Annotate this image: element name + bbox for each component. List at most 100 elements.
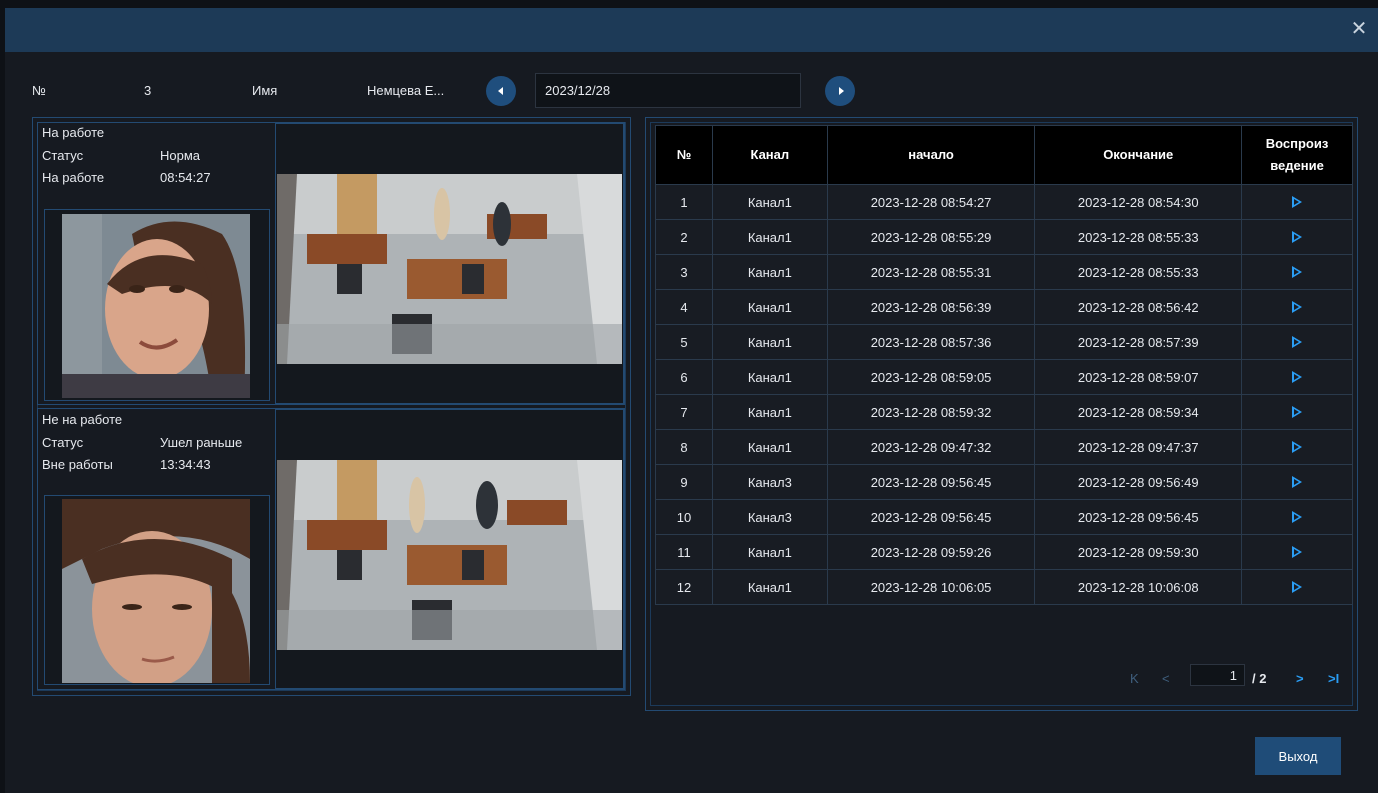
row-start-time: 2023-12-28 09:59:26 [826,534,1036,570]
column-header-channel: Канал [711,125,828,185]
play-icon[interactable] [1292,580,1303,593]
row-number: 4 [655,289,713,325]
row-channel: Канал3 [711,499,828,535]
row-number: 10 [655,499,713,535]
date-input[interactable] [535,73,801,108]
row-number: 8 [655,429,713,465]
row-start-time: 2023-12-28 08:59:05 [826,359,1036,395]
play-icon[interactable] [1292,265,1303,278]
row-playback-cell[interactable] [1241,429,1353,465]
status-label: Статус [42,148,84,163]
table-row[interactable]: 1 Канал1 2023-12-28 08:54:27 2023-12-28 08:… [655,184,1353,220]
table-row[interactable]: 11 Канал1 2023-12-28 09:59:26 2023-12-28 09… [655,534,1353,570]
row-start-time: 2023-12-28 09:56:45 [826,499,1036,535]
row-end-time: 2023-12-28 08:57:39 [1034,324,1243,360]
face-frame [44,495,270,685]
row-channel: Канал1 [711,289,828,325]
column-header-end: Окончание [1034,125,1243,185]
table-row[interactable]: 8 Канал1 2023-12-28 09:47:32 2023-12-28 09:… [655,429,1353,465]
row-playback-cell[interactable] [1241,394,1353,430]
column-header-start: начало [826,125,1036,185]
row-end-time: 2023-12-28 08:59:07 [1034,359,1243,395]
record-heading: На работе [42,125,105,140]
play-icon[interactable] [1292,510,1303,523]
play-icon[interactable] [1292,230,1303,243]
play-icon[interactable] [1292,370,1303,383]
play-icon[interactable] [1292,300,1303,313]
camera-frame [275,409,624,689]
row-end-time: 2023-12-28 08:59:34 [1034,394,1243,430]
row-channel: Канал1 [711,324,828,360]
row-number: 1 [655,184,713,220]
row-channel: Канал1 [711,429,828,465]
play-icon[interactable] [1292,335,1303,348]
play-icon[interactable] [1292,440,1303,453]
row-playback-cell[interactable] [1241,184,1353,220]
camera-snapshot[interactable] [277,174,622,364]
row-end-time: 2023-12-28 09:56:45 [1034,499,1243,535]
row-channel: Канал1 [711,569,828,605]
table-row[interactable]: 9 Канал3 2023-12-28 09:56:45 2023-12-28 09:… [655,464,1353,500]
playback-table: № Канал начало Окончание Воспроиз ведени… [655,125,1353,605]
row-playback-cell[interactable] [1241,499,1353,535]
table-row[interactable]: 4 Канал1 2023-12-28 08:56:39 2023-12-28 08:… [655,289,1353,325]
record-card-arrival: На работе Статус Норма На работе 08:54:2… [37,122,625,405]
row-channel: Канал1 [711,359,828,395]
camera-snapshot[interactable] [277,460,622,650]
prev-date-button[interactable] [486,76,516,106]
row-playback-cell[interactable] [1241,359,1353,395]
status-label: Статус [42,435,84,450]
next-date-button[interactable] [825,76,855,106]
table-row[interactable]: 2 Канал1 2023-12-28 08:55:29 2023-12-28 08:… [655,219,1353,255]
table-row[interactable]: 10 Канал3 2023-12-28 09:56:45 2023-12-28 09… [655,499,1353,535]
number-label: № [32,83,46,98]
row-channel: Канал1 [711,254,828,290]
table-row[interactable]: 7 Канал1 2023-12-28 08:59:32 2023-12-28 08:… [655,394,1353,430]
status-value: Норма [160,148,201,163]
row-start-time: 2023-12-28 08:55:31 [826,254,1036,290]
table-row[interactable]: 3 Канал1 2023-12-28 08:55:31 2023-12-28 08:… [655,254,1353,290]
row-playback-cell[interactable] [1241,464,1353,500]
close-icon[interactable]: ✕ [1348,18,1370,40]
info-row: № 3 Имя Немцева Е... [5,72,1378,108]
table-row[interactable]: 5 Канал1 2023-12-28 08:57:36 2023-12-28 08:… [655,324,1353,360]
exit-button[interactable]: Выход [1255,737,1341,775]
name-value: Немцева Е... [367,83,445,98]
next-page-button[interactable]: > [1296,671,1304,686]
table-row[interactable]: 6 Канал1 2023-12-28 08:59:05 2023-12-28 08:… [655,359,1353,395]
dialog-titlebar: ✕ [5,8,1378,52]
row-number: 11 [655,534,713,570]
row-end-time: 2023-12-28 08:54:30 [1034,184,1243,220]
row-end-time: 2023-12-28 09:59:30 [1034,534,1243,570]
row-playback-cell[interactable] [1241,254,1353,290]
time-value: 13:34:43 [160,457,211,472]
row-end-time: 2023-12-28 10:06:08 [1034,569,1243,605]
row-playback-cell[interactable] [1241,534,1353,570]
row-end-time: 2023-12-28 09:47:37 [1034,429,1243,465]
row-playback-cell[interactable] [1241,324,1353,360]
row-number: 5 [655,324,713,360]
row-start-time: 2023-12-28 10:06:05 [826,569,1036,605]
prev-page-button[interactable]: < [1162,671,1170,686]
row-number: 7 [655,394,713,430]
row-start-time: 2023-12-28 08:57:36 [826,324,1036,360]
page-number-input[interactable] [1190,664,1245,686]
row-playback-cell[interactable] [1241,219,1353,255]
first-page-button[interactable]: K [1130,671,1139,686]
row-number: 6 [655,359,713,395]
face-snapshot[interactable] [62,499,250,683]
play-icon[interactable] [1292,475,1303,488]
last-page-button[interactable]: >I [1328,671,1339,686]
column-header-number: № [655,125,713,185]
play-icon[interactable] [1292,405,1303,418]
page-total: / 2 [1252,671,1267,686]
table-row[interactable]: 12 Канал1 2023-12-28 10:06:05 2023-12-28 10… [655,569,1353,605]
face-snapshot[interactable] [62,214,250,398]
row-number: 9 [655,464,713,500]
row-number: 12 [655,569,713,605]
row-playback-cell[interactable] [1241,569,1353,605]
row-playback-cell[interactable] [1241,289,1353,325]
play-icon[interactable] [1292,195,1303,208]
play-icon[interactable] [1292,545,1303,558]
row-number: 2 [655,219,713,255]
